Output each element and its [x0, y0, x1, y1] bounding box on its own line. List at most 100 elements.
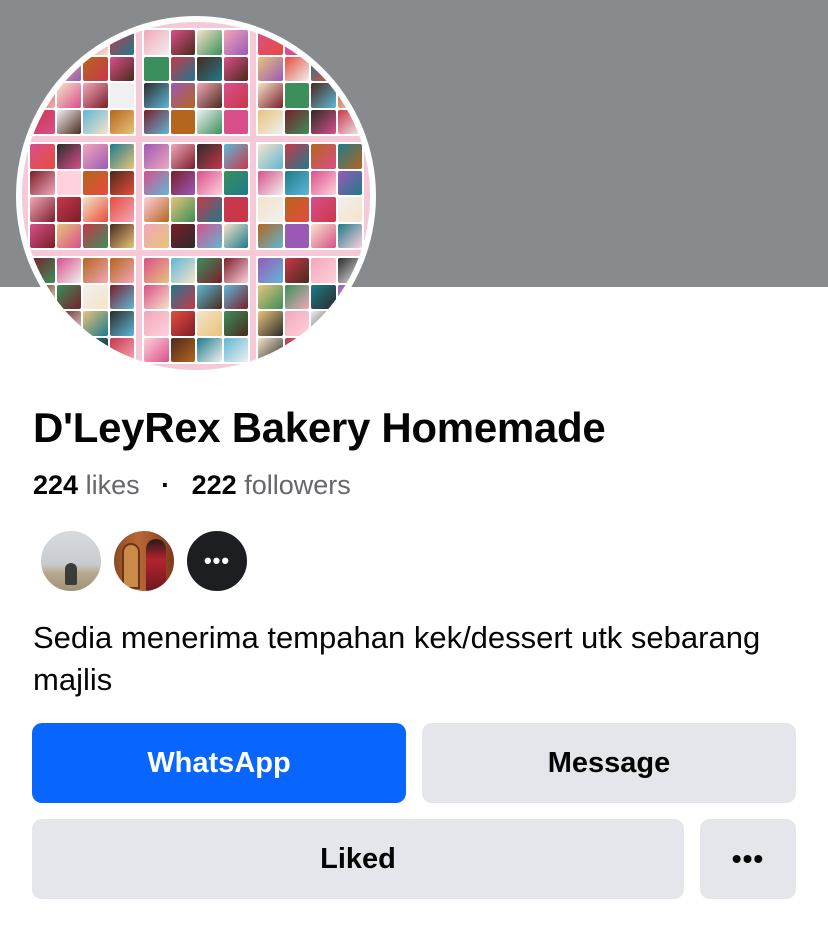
collage-tile: [284, 197, 309, 222]
collage-tile: [197, 258, 222, 283]
collage-tile: [83, 284, 108, 309]
collage-tile: [311, 83, 336, 108]
collage-tile: [197, 284, 222, 309]
collage-panel: [142, 28, 250, 136]
collage-tile: [144, 30, 169, 55]
collage-tile: [311, 197, 336, 222]
collage-tile: [197, 144, 222, 169]
followers-count[interactable]: 222: [192, 470, 237, 500]
collage-tile: [83, 258, 108, 283]
collage-tile: [109, 197, 134, 222]
collage-tile: [83, 30, 108, 55]
collage-tile: [170, 109, 195, 134]
likes-count[interactable]: 224: [33, 470, 78, 500]
collage-tile: [144, 223, 169, 248]
person-silhouette: [146, 539, 166, 591]
collage-tile: [311, 109, 336, 134]
person-silhouette: [65, 563, 77, 585]
collage-tile: [258, 170, 283, 195]
collage-tile: [144, 83, 169, 108]
collage-tile: [284, 258, 309, 283]
collage-tile: [337, 223, 362, 248]
collage-tile: [30, 170, 55, 195]
collage-tile: [337, 311, 362, 336]
collage-tile: [337, 284, 362, 309]
collage-tile: [109, 83, 134, 108]
collage-tile: [337, 337, 362, 362]
collage-tile: [144, 170, 169, 195]
collage-tile: [223, 83, 248, 108]
collage-tile: [109, 223, 134, 248]
collage-tile: [197, 223, 222, 248]
collage-tile: [170, 170, 195, 195]
collage-tile: [83, 83, 108, 108]
collage-tile: [144, 311, 169, 336]
page-stats: 224 likes · 222 followers: [33, 470, 351, 501]
collage-tile: [30, 109, 55, 134]
message-button[interactable]: Message: [422, 723, 796, 803]
collage-tile: [56, 83, 81, 108]
collage-tile: [56, 197, 81, 222]
collage-tile: [56, 170, 81, 195]
likes-label[interactable]: likes: [86, 470, 140, 500]
collage-tile: [144, 337, 169, 362]
collage-tile: [337, 30, 362, 55]
collage-tile: [311, 311, 336, 336]
collage-tile: [258, 223, 283, 248]
collage-tile: [30, 337, 55, 362]
collage-tile: [284, 109, 309, 134]
collage-panel: [28, 142, 136, 250]
friends-who-like[interactable]: •••: [39, 529, 249, 593]
collage-tile: [258, 109, 283, 134]
collage-tile: [30, 311, 55, 336]
collage-panel: [256, 256, 364, 364]
page-title: D'LeyRex Bakery Homemade: [33, 404, 606, 451]
collage-tile: [83, 197, 108, 222]
collage-tile: [144, 197, 169, 222]
collage-tile: [56, 337, 81, 362]
collage-tile: [170, 144, 195, 169]
followers-label[interactable]: followers: [244, 470, 351, 500]
collage-tile: [144, 284, 169, 309]
collage-tile: [223, 56, 248, 81]
collage-tile: [337, 258, 362, 283]
collage-tile: [337, 170, 362, 195]
collage-tile: [284, 311, 309, 336]
collage-tile: [223, 284, 248, 309]
collage-tile: [284, 337, 309, 362]
more-options-button[interactable]: •••: [700, 819, 796, 899]
collage-panel: [28, 28, 136, 136]
collage-tile: [109, 284, 134, 309]
more-friends-button[interactable]: •••: [185, 529, 249, 593]
door-shape: [122, 543, 140, 589]
collage-tile: [258, 197, 283, 222]
collage-tile: [223, 258, 248, 283]
collage-tile: [56, 144, 81, 169]
collage-tile: [258, 83, 283, 108]
collage-tile: [109, 311, 134, 336]
collage-tile: [311, 337, 336, 362]
friend-avatar[interactable]: [112, 529, 176, 593]
collage-tile: [144, 109, 169, 134]
collage-tile: [170, 284, 195, 309]
page-bio: Sedia menerima tempahan kek/dessert utk …: [33, 620, 761, 697]
collage-tile: [109, 56, 134, 81]
collage-tile: [144, 258, 169, 283]
collage-tile: [30, 56, 55, 81]
collage-tile: [170, 337, 195, 362]
collage-tile: [109, 30, 134, 55]
whatsapp-button[interactable]: WhatsApp: [32, 723, 406, 803]
profile-picture[interactable]: [16, 16, 376, 376]
collage-tile: [337, 56, 362, 81]
collage-tile: [284, 56, 309, 81]
liked-button[interactable]: Liked: [32, 819, 684, 899]
collage-tile: [311, 30, 336, 55]
collage-panel: [142, 142, 250, 250]
collage-tile: [223, 337, 248, 362]
collage-tile: [30, 144, 55, 169]
collage-tile: [223, 197, 248, 222]
friend-avatar[interactable]: [39, 529, 103, 593]
collage-tile: [30, 284, 55, 309]
collage-tile: [170, 197, 195, 222]
collage-tile: [258, 258, 283, 283]
